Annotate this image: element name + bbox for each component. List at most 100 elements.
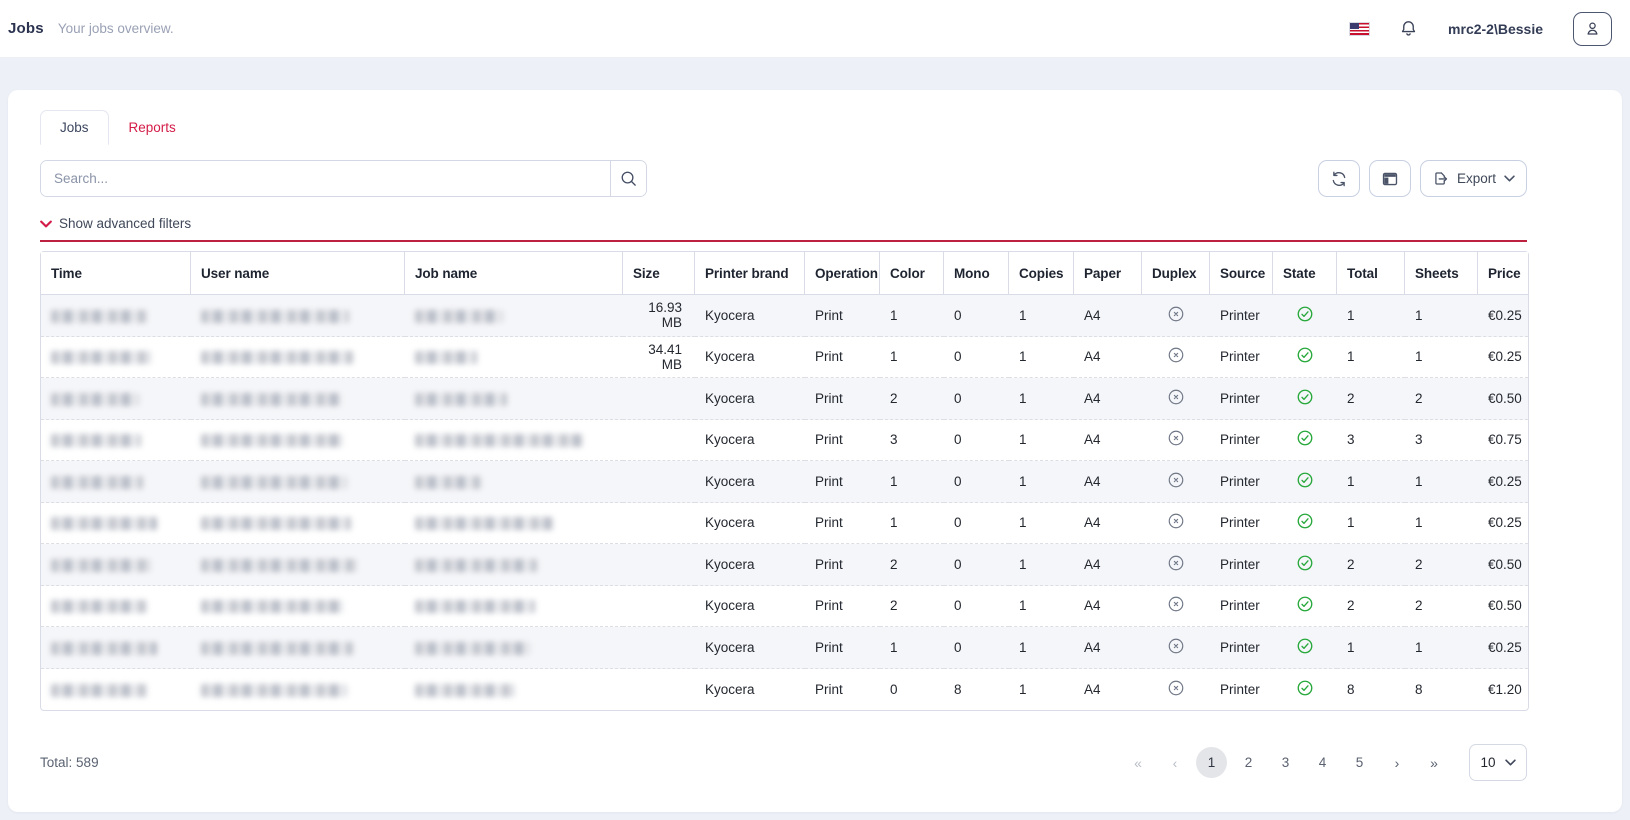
cell-mono: 0 [944, 295, 1009, 337]
table-row[interactable]: KyoceraPrint101A4Printer11€0.25 [41, 503, 1528, 545]
column-header-state[interactable]: State [1273, 252, 1337, 295]
cell-mono: 0 [944, 503, 1009, 545]
cell-copies: 1 [1009, 337, 1074, 379]
table-row[interactable]: KyoceraPrint301A4Printer33€0.75 [41, 420, 1528, 462]
search-icon [619, 169, 638, 188]
cell-operation: Print [805, 586, 880, 628]
cell-price: €0.25 [1478, 295, 1528, 337]
cell-total: 2 [1337, 544, 1405, 586]
cell-printer-brand: Kyocera [695, 295, 805, 337]
next-page-button[interactable]: › [1381, 747, 1412, 778]
check-circle-icon [1296, 679, 1314, 697]
tab-reports[interactable]: Reports [109, 110, 196, 145]
cell-operation: Print [805, 295, 880, 337]
column-header-time[interactable]: Time [41, 252, 191, 295]
table-row[interactable]: KyoceraPrint201A4Printer22€0.50 [41, 378, 1528, 420]
job-redacted-blob [415, 351, 477, 364]
controls-row: Export [40, 160, 1527, 197]
column-header-source[interactable]: Source [1210, 252, 1273, 295]
cross-circle-icon [1167, 346, 1185, 364]
time-redacted-blob [51, 517, 157, 530]
cross-circle-icon [1167, 429, 1185, 447]
column-header-copies[interactable]: Copies [1009, 252, 1074, 295]
column-header-paper[interactable]: Paper [1074, 252, 1142, 295]
advanced-filters-toggle[interactable]: Show advanced filters [40, 216, 1527, 231]
table-row[interactable]: KyoceraPrint101A4Printer11€0.25 [41, 461, 1528, 503]
cross-circle-icon [1167, 637, 1185, 655]
cell-size [623, 378, 695, 420]
page-size-select[interactable]: 10 [1469, 744, 1527, 781]
cell-total: 8 [1337, 669, 1405, 711]
cell-price: €0.50 [1478, 586, 1528, 628]
cell-size [623, 627, 695, 669]
export-button[interactable]: Export [1420, 160, 1527, 197]
tab-jobs[interactable]: Jobs [40, 110, 109, 145]
user-menu-button[interactable] [1573, 12, 1612, 46]
cell-source: Printer [1210, 378, 1273, 420]
table-row[interactable]: KyoceraPrint081A4Printer88€1.20 [41, 669, 1528, 711]
column-header-price[interactable]: Price [1478, 252, 1528, 295]
page-button-3[interactable]: 3 [1270, 747, 1301, 778]
cell-color: 1 [880, 503, 944, 545]
total-label: Total: [40, 755, 72, 770]
last-page-button[interactable]: » [1418, 747, 1449, 778]
refresh-button[interactable] [1318, 160, 1360, 197]
column-header-size[interactable]: Size [623, 252, 695, 295]
time-redacted-blob [51, 476, 143, 489]
cell-paper: A4 [1074, 378, 1142, 420]
column-header-job-name[interactable]: Job name [405, 252, 623, 295]
cell-time-redacted [41, 669, 191, 711]
column-header-operation[interactable]: Operation [805, 252, 880, 295]
page-button-4[interactable]: 4 [1307, 747, 1338, 778]
column-header-duplex[interactable]: Duplex [1142, 252, 1210, 295]
table-row[interactable]: KyoceraPrint101A4Printer11€0.25 [41, 627, 1528, 669]
page-button-1[interactable]: 1 [1196, 747, 1227, 778]
column-header-sheets[interactable]: Sheets [1405, 252, 1478, 295]
page-button-5[interactable]: 5 [1344, 747, 1375, 778]
page-button-2[interactable]: 2 [1233, 747, 1264, 778]
table-row[interactable]: 16.93 MBKyoceraPrint101A4Printer11€0.25 [41, 295, 1528, 337]
prev-page-button[interactable]: ‹ [1159, 747, 1190, 778]
search-button[interactable] [610, 161, 646, 196]
cell-operation: Print [805, 627, 880, 669]
check-circle-icon [1296, 554, 1314, 572]
cell-sheets: 1 [1405, 627, 1478, 669]
cell-paper: A4 [1074, 503, 1142, 545]
cell-paper: A4 [1074, 461, 1142, 503]
cell-user-redacted [191, 420, 405, 462]
cell-time-redacted [41, 378, 191, 420]
search-input[interactable] [41, 161, 610, 196]
cross-circle-icon [1167, 305, 1185, 323]
cell-user-redacted [191, 544, 405, 586]
cell-printer-brand: Kyocera [695, 503, 805, 545]
first-page-button[interactable]: « [1122, 747, 1153, 778]
cell-total: 1 [1337, 627, 1405, 669]
columns-button[interactable] [1369, 160, 1411, 197]
cell-operation: Print [805, 378, 880, 420]
cell-state [1273, 586, 1337, 628]
column-header-printer-brand[interactable]: Printer brand [695, 252, 805, 295]
cell-job-redacted [405, 461, 623, 503]
topbar: Jobs Your jobs overview. mrc2-2\Bessie [0, 0, 1630, 57]
cell-total: 2 [1337, 378, 1405, 420]
language-flag-button[interactable] [1350, 23, 1369, 35]
column-header-color[interactable]: Color [880, 252, 944, 295]
time-redacted-blob [51, 559, 151, 572]
cell-source: Printer [1210, 420, 1273, 462]
column-header-mono[interactable]: Mono [944, 252, 1009, 295]
table-row[interactable]: 34.41 MBKyoceraPrint101A4Printer11€0.25 [41, 337, 1528, 379]
column-header-user-name[interactable]: User name [191, 252, 405, 295]
cell-state [1273, 378, 1337, 420]
cell-sheets: 1 [1405, 337, 1478, 379]
notifications-button[interactable] [1399, 19, 1418, 38]
table-row[interactable]: KyoceraPrint201A4Printer22€0.50 [41, 586, 1528, 628]
tab-bar: Jobs Reports [40, 110, 1527, 145]
cell-copies: 1 [1009, 503, 1074, 545]
job-redacted-blob [415, 434, 583, 447]
cell-operation: Print [805, 337, 880, 379]
column-header-total[interactable]: Total [1337, 252, 1405, 295]
job-redacted-blob [415, 476, 481, 489]
table-row[interactable]: KyoceraPrint201A4Printer22€0.50 [41, 544, 1528, 586]
cell-user-redacted [191, 337, 405, 379]
cell-user-redacted [191, 627, 405, 669]
